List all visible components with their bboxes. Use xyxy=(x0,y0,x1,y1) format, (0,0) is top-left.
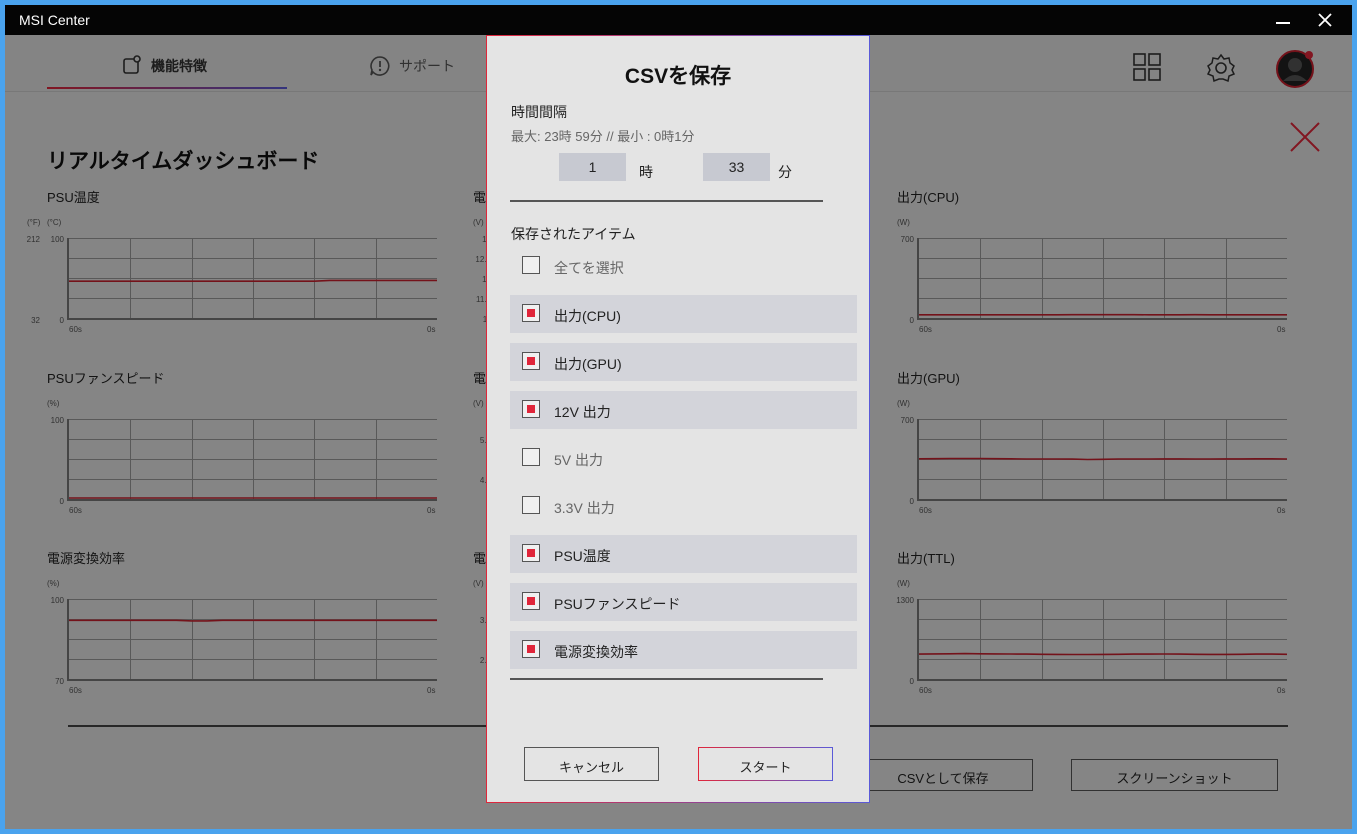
dialog-title: CSVを保存 xyxy=(624,65,732,88)
checkbox-label: 3.3V 出力 xyxy=(554,500,615,516)
checkbox[interactable] xyxy=(522,256,540,274)
checkbox-item[interactable]: 出力(GPU) xyxy=(510,343,857,381)
divider xyxy=(510,200,823,202)
checkbox-label: 5V 出力 xyxy=(554,452,604,468)
interval-hint: 最大: 23時 59分 // 最小 : 0時1分 xyxy=(511,129,695,144)
checkbox-item[interactable]: 3.3V 出力 xyxy=(510,487,857,525)
checkbox-item[interactable]: 出力(CPU) xyxy=(510,295,857,333)
select-all-checkbox[interactable]: 全てを選択 xyxy=(510,247,857,285)
checkbox-label: 電源変換効率 xyxy=(554,644,638,660)
checkbox-item[interactable]: 5V 出力 xyxy=(510,439,857,477)
start-button[interactable]: スタート xyxy=(698,747,833,781)
app-title: MSI Center xyxy=(19,12,90,28)
checkbox-label: 12V 出力 xyxy=(554,404,611,420)
checkbox-item[interactable]: 12V 出力 xyxy=(510,391,857,429)
hours-unit: 時 xyxy=(639,164,653,180)
divider xyxy=(510,678,823,680)
checkbox[interactable] xyxy=(522,592,540,610)
checkbox-label: 出力(GPU) xyxy=(554,356,622,372)
select-all-label: 全てを選択 xyxy=(554,260,624,276)
cancel-label: キャンセル xyxy=(558,760,624,775)
minutes-input[interactable]: 33 xyxy=(703,153,770,181)
window-close-button[interactable] xyxy=(1306,5,1346,35)
checkbox-item[interactable]: PSU温度 xyxy=(510,535,857,573)
checkbox-item[interactable]: PSUファンスピード xyxy=(510,583,857,621)
checkbox[interactable] xyxy=(522,352,540,370)
checkbox[interactable] xyxy=(522,448,540,466)
checkbox[interactable] xyxy=(522,640,540,658)
minimize-button[interactable] xyxy=(1262,5,1302,35)
save-csv-dialog: CSVを保存 時間間隔 最大: 23時 59分 // 最小 : 0時1分 1 時… xyxy=(486,35,870,803)
minutes-unit: 分 xyxy=(778,164,792,180)
app-window: MSI Center 機能特徴 サポート リアルタイムダッシュボード PSU温度… xyxy=(5,5,1352,829)
saved-items-label: 保存されたアイテム xyxy=(511,226,636,242)
start-label: スタート xyxy=(739,760,792,775)
checkbox[interactable] xyxy=(522,304,540,322)
checkbox-label: PSUファンスピード xyxy=(554,596,681,612)
cancel-button[interactable]: キャンセル xyxy=(524,747,659,781)
title-bar: MSI Center xyxy=(5,5,1352,35)
checkbox-label: PSU温度 xyxy=(554,548,611,564)
checkbox[interactable] xyxy=(522,496,540,514)
checkbox-label: 出力(CPU) xyxy=(554,308,621,324)
close-icon xyxy=(1318,13,1332,27)
hours-input[interactable]: 1 xyxy=(559,153,626,181)
checkbox[interactable] xyxy=(522,400,540,418)
interval-label: 時間間隔 xyxy=(511,104,567,120)
checkbox-item[interactable]: 電源変換効率 xyxy=(510,631,857,669)
checkbox[interactable] xyxy=(522,544,540,562)
